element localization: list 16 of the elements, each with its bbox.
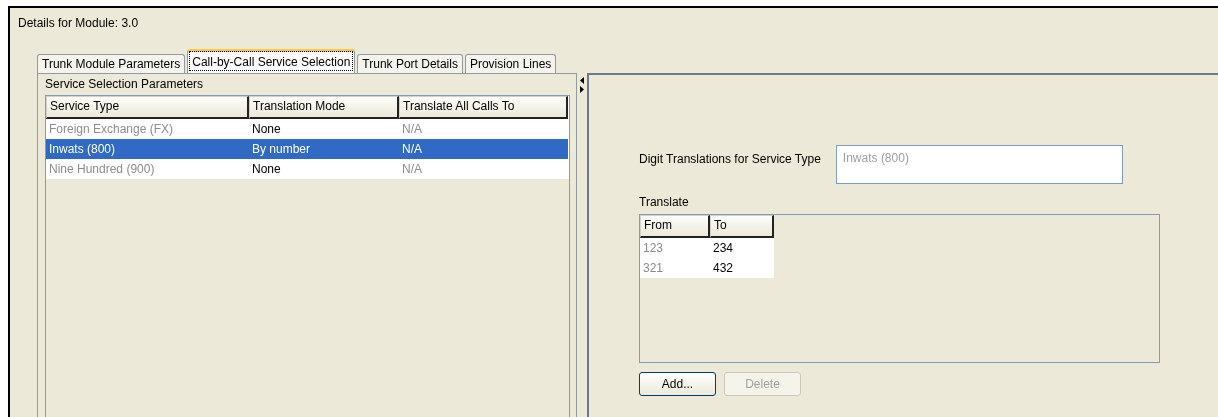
tab[interactable]: Provision Lines xyxy=(464,54,557,73)
tab[interactable]: Trunk Module Parameters xyxy=(37,54,186,73)
expand-right-icon[interactable] xyxy=(580,86,584,93)
column-header[interactable]: Translation Mode xyxy=(249,96,399,119)
table-cell[interactable]: Inwats (800) xyxy=(46,139,249,159)
module-title: Details for Module: 3.0 xyxy=(18,16,139,30)
collapse-left-icon[interactable] xyxy=(580,77,584,84)
tab[interactable]: Call-by-Call Service Selection xyxy=(187,49,356,73)
tab[interactable]: Trunk Port Details xyxy=(357,54,463,73)
table-cell[interactable]: N/A xyxy=(399,139,568,159)
column-header[interactable]: Service Type xyxy=(46,96,249,119)
translate-label: Translate xyxy=(639,195,689,209)
group-title: Service Selection Parameters xyxy=(45,77,204,91)
column-header[interactable]: Translate All Calls To xyxy=(399,96,568,119)
field-label: Digit Translations for Service Type xyxy=(639,152,821,166)
table-cell[interactable]: By number xyxy=(249,139,399,159)
